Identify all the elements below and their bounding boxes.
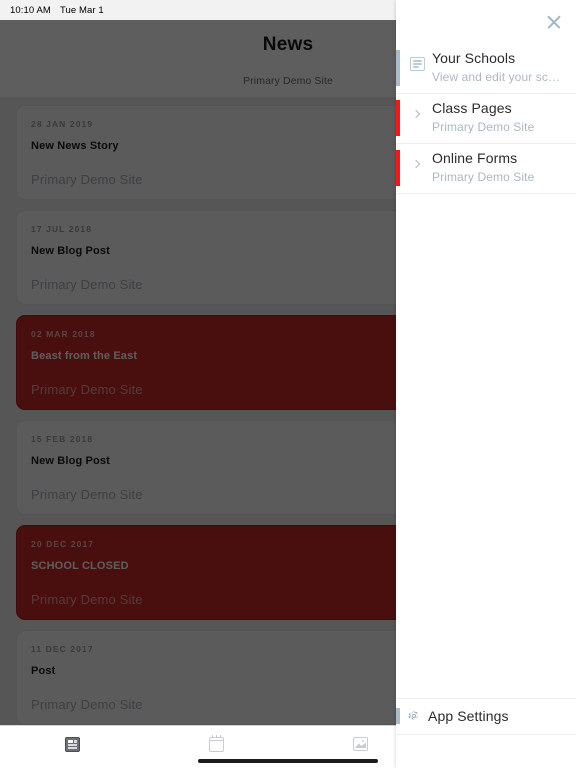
- calendar-icon: [208, 734, 224, 752]
- row-accent-bar: [396, 150, 400, 186]
- app-settings-label: App Settings: [428, 708, 509, 724]
- panel-menu-list: Your Schools View and edit your sc… Clas…: [396, 44, 576, 698]
- panel-topbar: [396, 0, 576, 44]
- panel-item-text: Class Pages Primary Demo Site: [432, 100, 568, 136]
- panel-item-title: Online Forms: [432, 150, 518, 166]
- status-date: Tue Mar 1: [59, 4, 104, 16]
- chevron-right-icon: [407, 103, 427, 125]
- gear-icon: [407, 709, 421, 723]
- close-icon[interactable]: [545, 14, 562, 31]
- news-icon: [64, 736, 80, 752]
- chevron-right-icon: [407, 153, 427, 175]
- side-panel: Your Schools View and edit your sc… Clas…: [396, 0, 576, 768]
- row-accent-bar: [396, 50, 400, 86]
- row-accent-bar: [396, 100, 400, 136]
- panel-item-your-schools[interactable]: Your Schools View and edit your sc…: [396, 44, 576, 94]
- panel-item-subtitle: View and edit your sc…: [432, 70, 561, 84]
- app-settings-button[interactable]: App Settings: [396, 698, 576, 735]
- panel-item-title: Class Pages: [432, 100, 512, 116]
- status-bar-left: 10:10 AM Tue Mar 1: [10, 5, 104, 16]
- tab-news[interactable]: [0, 726, 144, 768]
- panel-item-online-forms[interactable]: Online Forms Primary Demo Site: [396, 144, 576, 194]
- panel-item-text: Your Schools View and edit your sc…: [432, 50, 568, 86]
- panel-item-subtitle: Primary Demo Site: [432, 170, 535, 184]
- status-time: 10:10 AM: [10, 4, 51, 16]
- row-accent-bar: [396, 708, 400, 724]
- panel-item-class-pages[interactable]: Class Pages Primary Demo Site: [396, 94, 576, 144]
- panel-item-subtitle: Primary Demo Site: [432, 120, 535, 134]
- document-list-icon: [407, 53, 427, 75]
- panel-item-text: Online Forms Primary Demo Site: [432, 150, 568, 186]
- gallery-icon: [352, 737, 368, 751]
- home-indicator: [198, 758, 378, 763]
- panel-item-title: Your Schools: [432, 50, 516, 66]
